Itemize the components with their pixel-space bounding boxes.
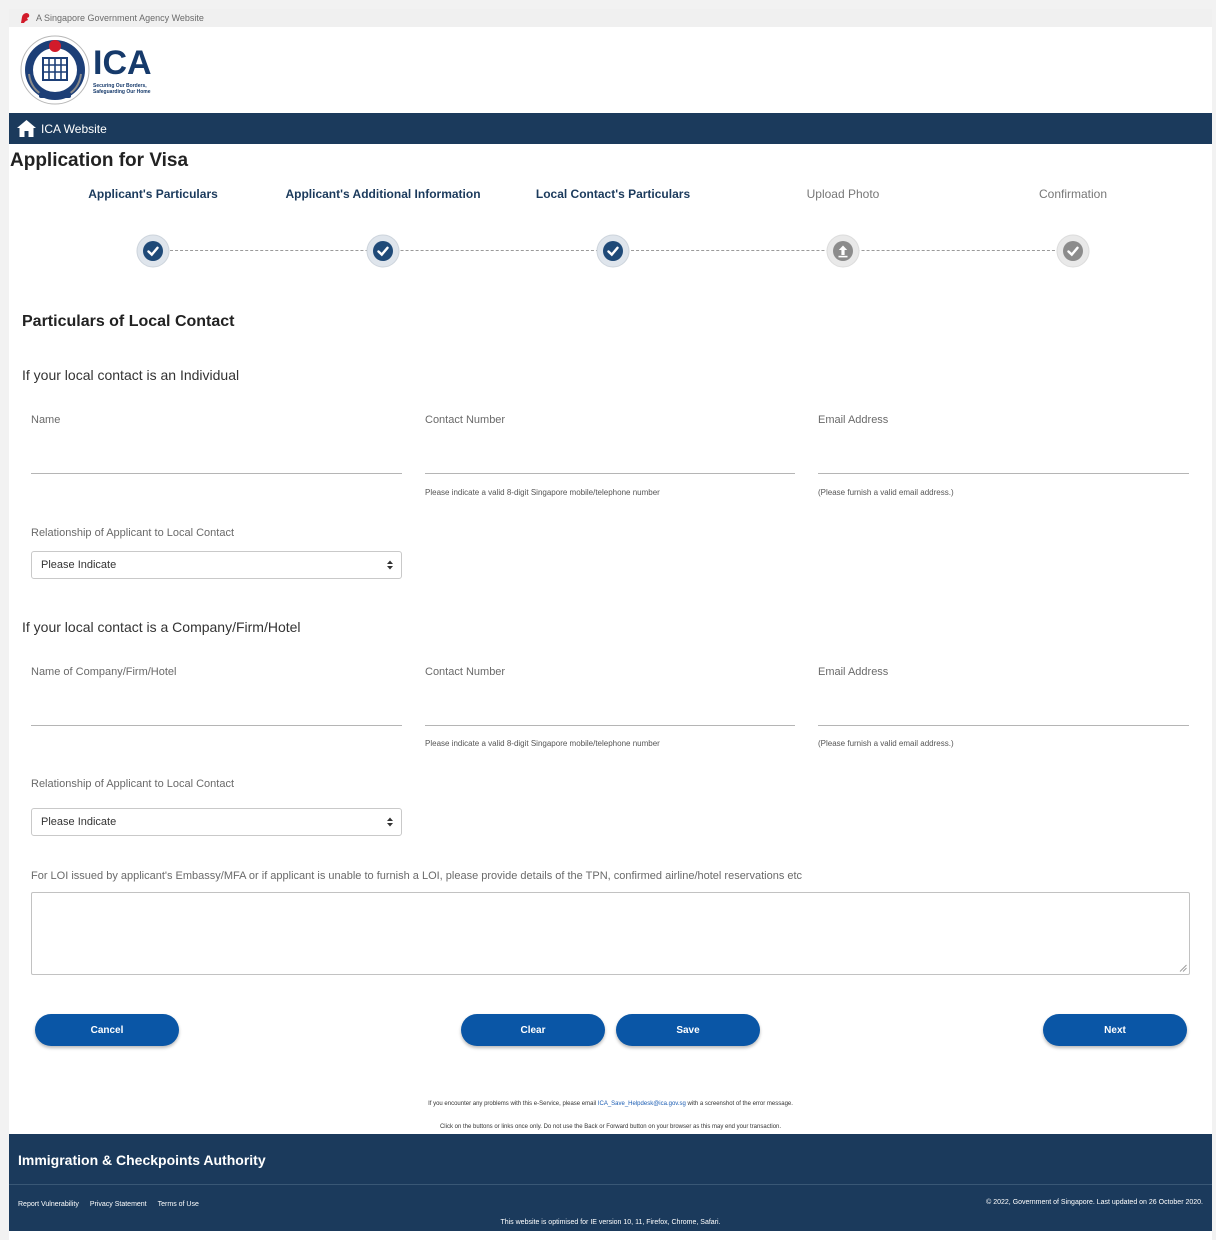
select-caret-icon [387, 560, 393, 570]
cancel-button[interactable]: Cancel [35, 1014, 179, 1046]
page-title: Application for Visa [10, 150, 189, 171]
footer-divider [9, 1184, 1212, 1185]
company-contact-number-input[interactable] [425, 696, 795, 726]
clear-button[interactable]: Clear [461, 1014, 605, 1046]
progress-stepper: Applicant's Particulars Applicant's Addi… [38, 186, 1188, 286]
company-relationship-select[interactable]: Please Indicate [31, 808, 402, 836]
individual-name-input[interactable] [31, 444, 402, 474]
step-label: Local Contact's Particulars [535, 187, 691, 201]
step-applicants-particulars[interactable]: Applicant's Particulars [38, 186, 268, 268]
footer-org-name: Immigration & Checkpoints Authority [18, 1152, 266, 1168]
company-heading: If your local contact is a Company/Firm/… [22, 619, 301, 635]
individual-relationship-select[interactable]: Please Indicate [31, 551, 402, 579]
step-done-icon [366, 234, 400, 268]
terms-of-use-link[interactable]: Terms of Use [158, 1201, 199, 1208]
company-email-input[interactable] [818, 696, 1189, 726]
footer-browser-note: This website is optimised for IE version… [500, 1219, 721, 1226]
company-name-label: Name of Company/Firm/Hotel [31, 666, 177, 678]
step-label: Applicant's Particulars [88, 187, 218, 201]
contact-number-label: Contact Number [425, 414, 506, 426]
resize-grip-icon[interactable] [1179, 964, 1187, 972]
step-local-contact-particulars[interactable]: Local Contact's Particulars [498, 186, 728, 268]
contact-number-hint: Please indicate a valid 8-digit Singapor… [425, 488, 660, 497]
check-icon [1056, 234, 1090, 268]
gov-banner: A Singapore Government Agency Website [9, 9, 1212, 27]
step-label: Applicant's Additional Information [285, 187, 481, 201]
save-button[interactable]: Save [616, 1014, 760, 1046]
select-caret-icon [387, 817, 393, 827]
step-label: Confirmation [1038, 187, 1108, 201]
helpdesk-email-link[interactable]: ICA_Save_Helpdesk@ica.gov.sg [598, 1101, 686, 1107]
gov-banner-text: A Singapore Government Agency Website [36, 13, 204, 23]
email-label: Email Address [818, 414, 889, 426]
brand-name: ICA [93, 43, 152, 82]
step-additional-information[interactable]: Applicant's Additional Information [268, 186, 498, 268]
company-email-label: Email Address [818, 666, 889, 678]
home-icon[interactable] [17, 120, 36, 137]
remarks-textarea[interactable] [31, 892, 1190, 975]
footer-links: Report Vulnerability Privacy Statement T… [18, 1201, 199, 1208]
individual-heading: If your local contact is an Individual [22, 367, 240, 383]
masthead: ICA Securing Our Borders, Safeguarding O… [9, 27, 1212, 113]
step-confirmation: Confirmation [958, 186, 1188, 268]
company-relationship-label: Relationship of Applicant to Local Conta… [31, 778, 235, 790]
step-label: Upload Photo [806, 187, 880, 201]
company-name-input[interactable] [31, 696, 402, 726]
upload-icon [826, 234, 860, 268]
report-vulnerability-link[interactable]: Report Vulnerability [18, 1201, 79, 1208]
home-link[interactable]: ICA Website [41, 122, 107, 136]
email-hint: (Please furnish a valid email address.) [818, 488, 954, 497]
select-value: Please Indicate [41, 559, 117, 571]
step-current-icon [596, 234, 630, 268]
site-footer: Immigration & Checkpoints Authority Repo… [9, 1134, 1212, 1231]
company-contact-label: Contact Number [425, 666, 506, 678]
singapore-lion-icon [21, 13, 30, 23]
step-upload-photo: Upload Photo [728, 186, 958, 268]
remarks-label: For LOI issued by applicant's Embassy/MF… [31, 870, 803, 882]
individual-email-input[interactable] [818, 444, 1189, 474]
section-title: Particulars of Local Contact [22, 313, 235, 330]
step-done-icon [136, 234, 170, 268]
notice-text-after: with a screenshot of the error message. [687, 1101, 793, 1107]
helpdesk-notice: If you encounter any problems with this … [9, 1101, 1212, 1107]
footer-copyright: © 2022, Government of Singapore. Last up… [986, 1199, 1203, 1206]
ica-crest-logo[interactable] [19, 34, 91, 106]
privacy-statement-link[interactable]: Privacy Statement [90, 1201, 147, 1208]
select-value: Please Indicate [41, 816, 117, 828]
next-button[interactable]: Next [1043, 1014, 1187, 1046]
notice-text-before: If you encounter any problems with this … [428, 1101, 597, 1107]
navigation-warning: Click on the buttons or links once only.… [439, 1124, 782, 1130]
name-label: Name [31, 414, 61, 426]
brand-tagline-2: Safeguarding Our Home [93, 88, 151, 95]
individual-contact-number-input[interactable] [425, 444, 795, 474]
company-email-hint: (Please furnish a valid email address.) [818, 739, 954, 748]
top-navbar: ICA Website [9, 113, 1212, 144]
brand-block: ICA Securing Our Borders, Safeguarding O… [93, 46, 152, 95]
company-contact-hint: Please indicate a valid 8-digit Singapor… [425, 739, 660, 748]
relationship-label: Relationship of Applicant to Local Conta… [31, 527, 235, 539]
